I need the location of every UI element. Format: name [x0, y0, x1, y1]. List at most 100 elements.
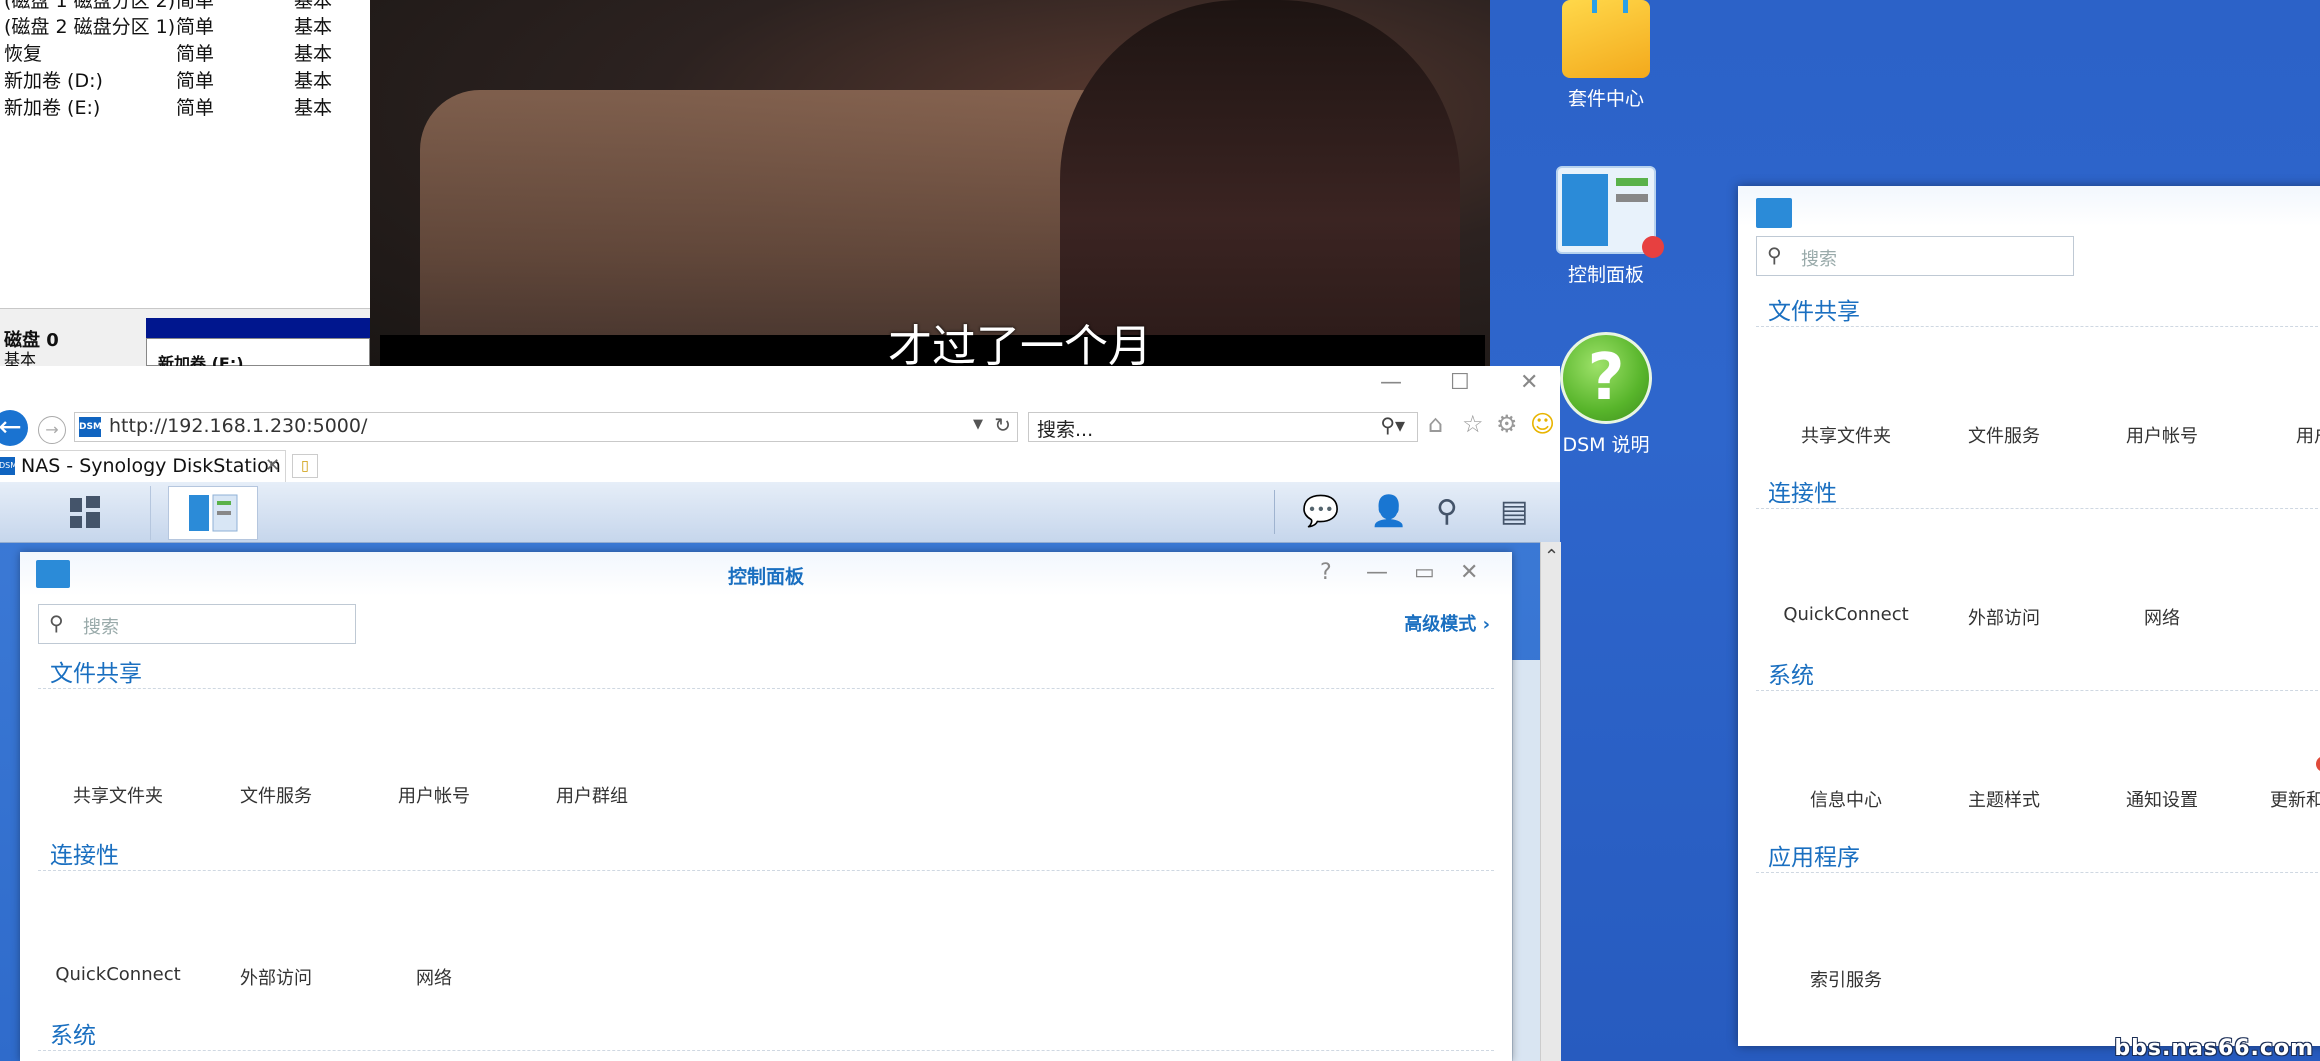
refresh-icon[interactable]: ↻ [994, 413, 1011, 437]
desktop-icon-label: 套件中心 [1567, 88, 1644, 110]
minimize-icon[interactable]: — [1380, 370, 1402, 395]
cp-item-network[interactable]: 网络 [2082, 604, 2242, 630]
taskbar-control-panel-button[interactable] [168, 486, 258, 540]
section-divider [38, 688, 1494, 689]
cp-item-info-center[interactable]: 信息中心 [1766, 786, 1926, 812]
control-panel-icon [1556, 166, 1664, 258]
desktop-icon-package-center[interactable]: 套件中心 [1536, 0, 1676, 111]
home-icon[interactable]: ⌂ [1428, 410, 1443, 438]
back-arrow-icon[interactable]: ← [0, 410, 28, 446]
cp-item-file-services[interactable]: 文件服务 [1924, 422, 2084, 448]
volume-name: (磁盘 1 磁盘分区 2) [4, 0, 176, 12]
window-title: 控制面板 [727, 566, 804, 588]
dsm-desktop: 💬 👤 ⚲ ▤ ⌃ 控制面板 ? — ▭ ✕ ⚲ 搜索 高级模式 › 文件共享 [0, 482, 1561, 1061]
browser-search-input[interactable]: 搜索... ⚲▾ [1028, 412, 1418, 442]
cp-item-external-access[interactable]: 外部访问 [196, 964, 356, 990]
section-title: 连接性 [50, 843, 119, 869]
volume-row[interactable]: 恢复 简单 基本 [4, 39, 332, 65]
cp-item-quickconnect[interactable]: QuickConnect [1766, 604, 1926, 625]
volume-bar [146, 318, 370, 338]
search-placeholder: 搜索 [1801, 249, 1837, 270]
volume-layout: 简单 [176, 16, 215, 38]
section-title: 文件共享 [1768, 299, 1860, 325]
chevron-right-icon: › [1482, 614, 1490, 635]
tab-row: DSM NAS - Synology DiskStation ✕ ▯ [0, 450, 1560, 483]
search-input[interactable]: ⚲ 搜索 [1756, 236, 2074, 276]
desktop-icon-control-panel[interactable]: 控制面板 [1536, 166, 1676, 287]
cp-item-quickconnect[interactable]: QuickConnect [38, 964, 198, 985]
maximize-icon[interactable]: ☐ [1450, 370, 1470, 395]
shopping-bag-icon [1562, 0, 1650, 78]
cp-item-group[interactable]: 用户群组 [512, 782, 672, 808]
widgets-card-icon[interactable]: ▤ [1500, 494, 1528, 529]
browser-window: — ☐ ✕ ← → DSM http://192.168.1.230:5000/… [0, 366, 1561, 1061]
cp-item-network[interactable]: 网络 [354, 964, 514, 990]
control-panel-window-right: ⚲ 搜索 文件共享 共享文件夹 文件服务 用户帐号 用户群 连接性 QuickC… [1738, 186, 2320, 1046]
volume-type: 基本 [294, 70, 333, 92]
cp-item-external-access[interactable]: 外部访问 [1924, 604, 2084, 630]
tab-close-icon[interactable]: ✕ [265, 455, 280, 476]
new-tab-icon[interactable]: ▯ [292, 454, 318, 478]
cp-item-indexing-service[interactable]: 索引服务 [1766, 966, 1926, 992]
cp-item-theme[interactable]: 主题样式 [1924, 786, 2084, 812]
section-divider [38, 870, 1494, 871]
cp-item-group[interactable]: 用户群 [2240, 422, 2320, 448]
volume-type: 基本 [294, 16, 333, 38]
favorites-star-icon[interactable]: ☆ [1462, 410, 1484, 438]
cp-item-user[interactable]: 用户帐号 [2082, 422, 2242, 448]
cp-item-update-restore[interactable]: 更新和 [2240, 786, 2320, 812]
chevron-down-icon[interactable]: ▼ [973, 417, 983, 432]
section-divider [1756, 508, 2320, 509]
url-input[interactable]: DSM http://192.168.1.230:5000/ ▼ ↻ [74, 412, 1018, 442]
scroll-up-icon[interactable]: ⌃ [1544, 546, 1559, 567]
user-icon[interactable]: 👤 [1370, 494, 1407, 529]
search-icon[interactable]: ⚲▾ [1380, 413, 1405, 437]
forward-arrow-icon[interactable]: → [38, 416, 66, 444]
cp-item-shared-folder[interactable]: 共享文件夹 [38, 782, 198, 808]
close-icon[interactable]: ✕ [1520, 370, 1538, 395]
search-placeholder: 搜索 [83, 617, 119, 638]
settings-gear-icon[interactable]: ⚙ [1496, 410, 1518, 438]
dsm-taskbar: 💬 👤 ⚲ ▤ [0, 482, 1560, 543]
volume-row[interactable]: (磁盘 1 磁盘分区 2) 简单 基本 [4, 0, 332, 12]
chat-bubble-icon[interactable]: 💬 [1302, 494, 1339, 529]
search-icon: ⚲ [49, 611, 64, 635]
help-icon[interactable]: ? [1320, 560, 1332, 585]
dsm-favicon-icon: DSM [0, 457, 17, 475]
cp-item-file-services[interactable]: 文件服务 [196, 782, 356, 808]
scrollbar[interactable] [1540, 542, 1561, 1061]
main-menu-button[interactable] [20, 486, 151, 540]
grid-menu-icon [70, 496, 100, 528]
advanced-mode-link[interactable]: 高级模式 › [1404, 610, 1490, 636]
section-title: 应用程序 [1768, 845, 1860, 871]
smiley-feedback-icon[interactable]: ☺ [1530, 410, 1555, 438]
background-window-edge [1512, 660, 1541, 1061]
volume-name: 新加卷 (D:) [4, 70, 103, 92]
tab-nas-diskstation[interactable]: DSM NAS - Synology DiskStation ✕ [0, 450, 286, 482]
tab-title: NAS - Synology DiskStation [21, 455, 281, 477]
window-header [1738, 186, 2320, 226]
section-title: 连接性 [1768, 481, 1837, 507]
maximize-icon[interactable]: ▭ [1414, 560, 1435, 585]
dsm-favicon-icon: DSM [79, 417, 102, 437]
section-title: 系统 [50, 1023, 96, 1049]
address-bar-row: ← → DSM http://192.168.1.230:5000/ ▼ ↻ 搜… [0, 408, 1560, 448]
search-icon[interactable]: ⚲ [1436, 494, 1458, 529]
volume-name: (磁盘 2 磁盘分区 1) [4, 16, 176, 38]
volume-row[interactable]: 新加卷 (E:) 简单 基本 [4, 93, 332, 119]
volume-layout: 简单 [176, 70, 215, 92]
search-input[interactable]: ⚲ 搜索 [38, 604, 356, 644]
cp-item-notification[interactable]: 通知设置 [2082, 786, 2242, 812]
section-divider [38, 1050, 1494, 1051]
section-divider [1756, 690, 2320, 691]
minimize-icon[interactable]: — [1366, 560, 1388, 585]
browser-search-text: 搜索... [1037, 419, 1094, 441]
close-icon[interactable]: ✕ [1460, 560, 1478, 585]
volume-row[interactable]: (磁盘 2 磁盘分区 1) 简单 基本 [4, 12, 332, 38]
cp-item-shared-folder[interactable]: 共享文件夹 [1766, 422, 1926, 448]
watermark: bbs.nas66.com [2114, 1036, 2314, 1061]
section-divider [1756, 872, 2320, 873]
control-panel-icon [189, 494, 238, 532]
cp-item-user[interactable]: 用户帐号 [354, 782, 514, 808]
volume-row[interactable]: 新加卷 (D:) 简单 基本 [4, 66, 332, 92]
